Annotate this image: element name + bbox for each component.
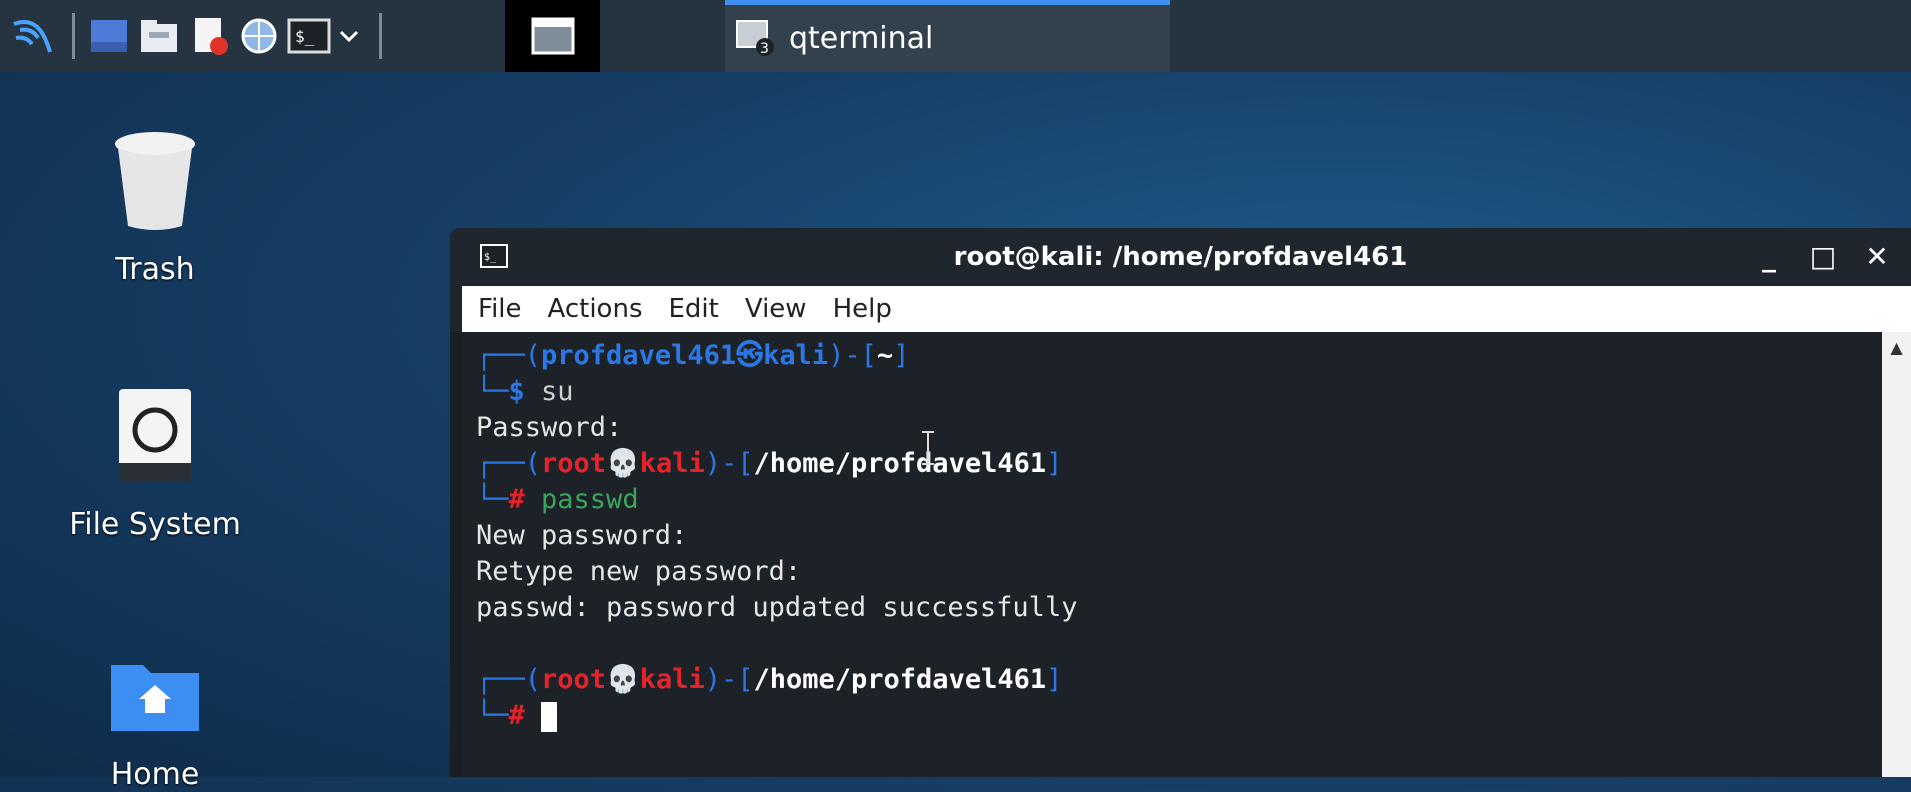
chevron-down-icon[interactable] (337, 14, 361, 58)
browser-icon[interactable] (237, 14, 281, 58)
prompt-path: ~ (876, 340, 894, 371)
prompt-symbol: # (508, 484, 525, 515)
desktop-icon-label: File System (69, 507, 241, 542)
task-button-qterminal[interactable]: 3 qterminal (725, 0, 1170, 72)
home-folder-icon (107, 665, 203, 743)
prompt-corner: ┌──( (476, 448, 542, 479)
prompt-corner: └─ (476, 700, 509, 731)
file-manager-icon[interactable] (137, 14, 181, 58)
window-title: root@kali: /home/profdavel461 (953, 242, 1408, 272)
svg-text:$_: $_ (295, 27, 315, 46)
prompt-bracket: ] (893, 340, 910, 371)
taskbar-separator (72, 13, 75, 59)
kali-menu-icon[interactable] (10, 14, 54, 58)
prompt-line: ┌──(root💀kali)-[/home/profdavel461] (476, 662, 1882, 698)
desktop-icon-label: Home (110, 757, 200, 792)
command-line: └─# (476, 698, 1882, 734)
prompt-host: kali (763, 340, 829, 371)
menubar: File Actions Edit View Help (450, 286, 1911, 332)
prompt-bracket: )-[ (704, 664, 754, 695)
menu-edit[interactable]: Edit (669, 294, 719, 324)
prompt-corner: └─ (476, 484, 509, 515)
task-count-badge: 3 (760, 41, 769, 57)
prompt-path: /home/profdavel461 (753, 448, 1047, 479)
prompt-host: kali (639, 664, 705, 695)
prompt-at: 💀 (606, 448, 640, 479)
prompt-bracket: )-[ (704, 448, 754, 479)
trash-icon (110, 132, 200, 238)
desktop-icon-label: Trash (115, 252, 195, 287)
menu-view[interactable]: View (745, 294, 807, 324)
text-cursor (541, 701, 558, 732)
prompt-bracket: ] (1046, 664, 1063, 695)
scrollbar[interactable]: ▲ (1882, 332, 1911, 777)
prompt-corner: └─ (476, 376, 509, 407)
window-titlebar[interactable]: $_ root@kali: /home/profdavel461 _ □ ✕ (450, 228, 1911, 286)
prompt-line: ┌──(profdavel461㉿kali)-[~] (476, 338, 1882, 374)
terminal-output[interactable]: ┌──(profdavel461㉿kali)-[~] └─$ su Passwo… (462, 332, 1882, 777)
output-line: passwd: password updated successfully (476, 592, 1078, 623)
desktop-icon-file-system[interactable]: File System (55, 385, 255, 542)
prompt-host: kali (639, 448, 705, 479)
command-text: su (524, 376, 574, 407)
command-line: └─# passwd (476, 482, 1882, 518)
output-line: Retype new password: (476, 556, 802, 587)
task-window-icon: 3 (735, 17, 777, 61)
minimize-button[interactable]: _ (1751, 238, 1787, 274)
prompt-symbol: # (508, 700, 525, 731)
terminal-icon[interactable]: $_ (287, 14, 331, 58)
maximize-button[interactable]: □ (1805, 238, 1841, 274)
prompt-symbol: $ (508, 376, 525, 407)
workspace-icon[interactable] (87, 14, 131, 58)
prompt-at: 💀 (606, 664, 640, 695)
show-desktop-button[interactable] (505, 0, 600, 72)
text-editor-icon[interactable] (187, 14, 231, 58)
prompt-bracket: )-[ (828, 340, 877, 371)
output-line: Password: (476, 412, 623, 443)
prompt-user: profdavel461 (541, 340, 737, 371)
prompt-corner: ┌──( (476, 664, 542, 695)
prompt-user: root (541, 664, 607, 695)
taskbar: $_ 3 qterminal (0, 0, 1911, 72)
menu-actions[interactable]: Actions (548, 294, 643, 324)
command-text: passwd (524, 484, 639, 515)
terminal-window[interactable]: $_ root@kali: /home/profdavel461 _ □ ✕ F… (450, 228, 1911, 777)
desktop-icon-trash[interactable]: Trash (55, 130, 255, 287)
desktop-icon-home[interactable]: Home (55, 655, 255, 792)
output-line: New password: (476, 520, 688, 551)
prompt-line: ┌──(root💀kali)-[/home/profdavel461] (476, 446, 1882, 482)
mouse-ibeam-cursor-icon (921, 431, 935, 465)
prompt-at: ㉿ (736, 340, 764, 371)
window-controls: _ □ ✕ (1751, 238, 1895, 274)
scroll-up-arrow-icon[interactable]: ▲ (1882, 338, 1911, 357)
task-label: qterminal (789, 21, 934, 56)
close-button[interactable]: ✕ (1859, 238, 1895, 274)
prompt-corner: ┌──( (476, 340, 542, 371)
prompt-path: /home/profdavel461 (753, 664, 1047, 695)
menu-help[interactable]: Help (833, 294, 892, 324)
prompt-bracket: ] (1046, 448, 1063, 479)
menu-file[interactable]: File (478, 294, 522, 324)
command-line: └─$ su (476, 374, 1882, 410)
drive-icon (115, 389, 195, 493)
prompt-user: root (541, 448, 607, 479)
taskbar-separator (379, 13, 382, 59)
